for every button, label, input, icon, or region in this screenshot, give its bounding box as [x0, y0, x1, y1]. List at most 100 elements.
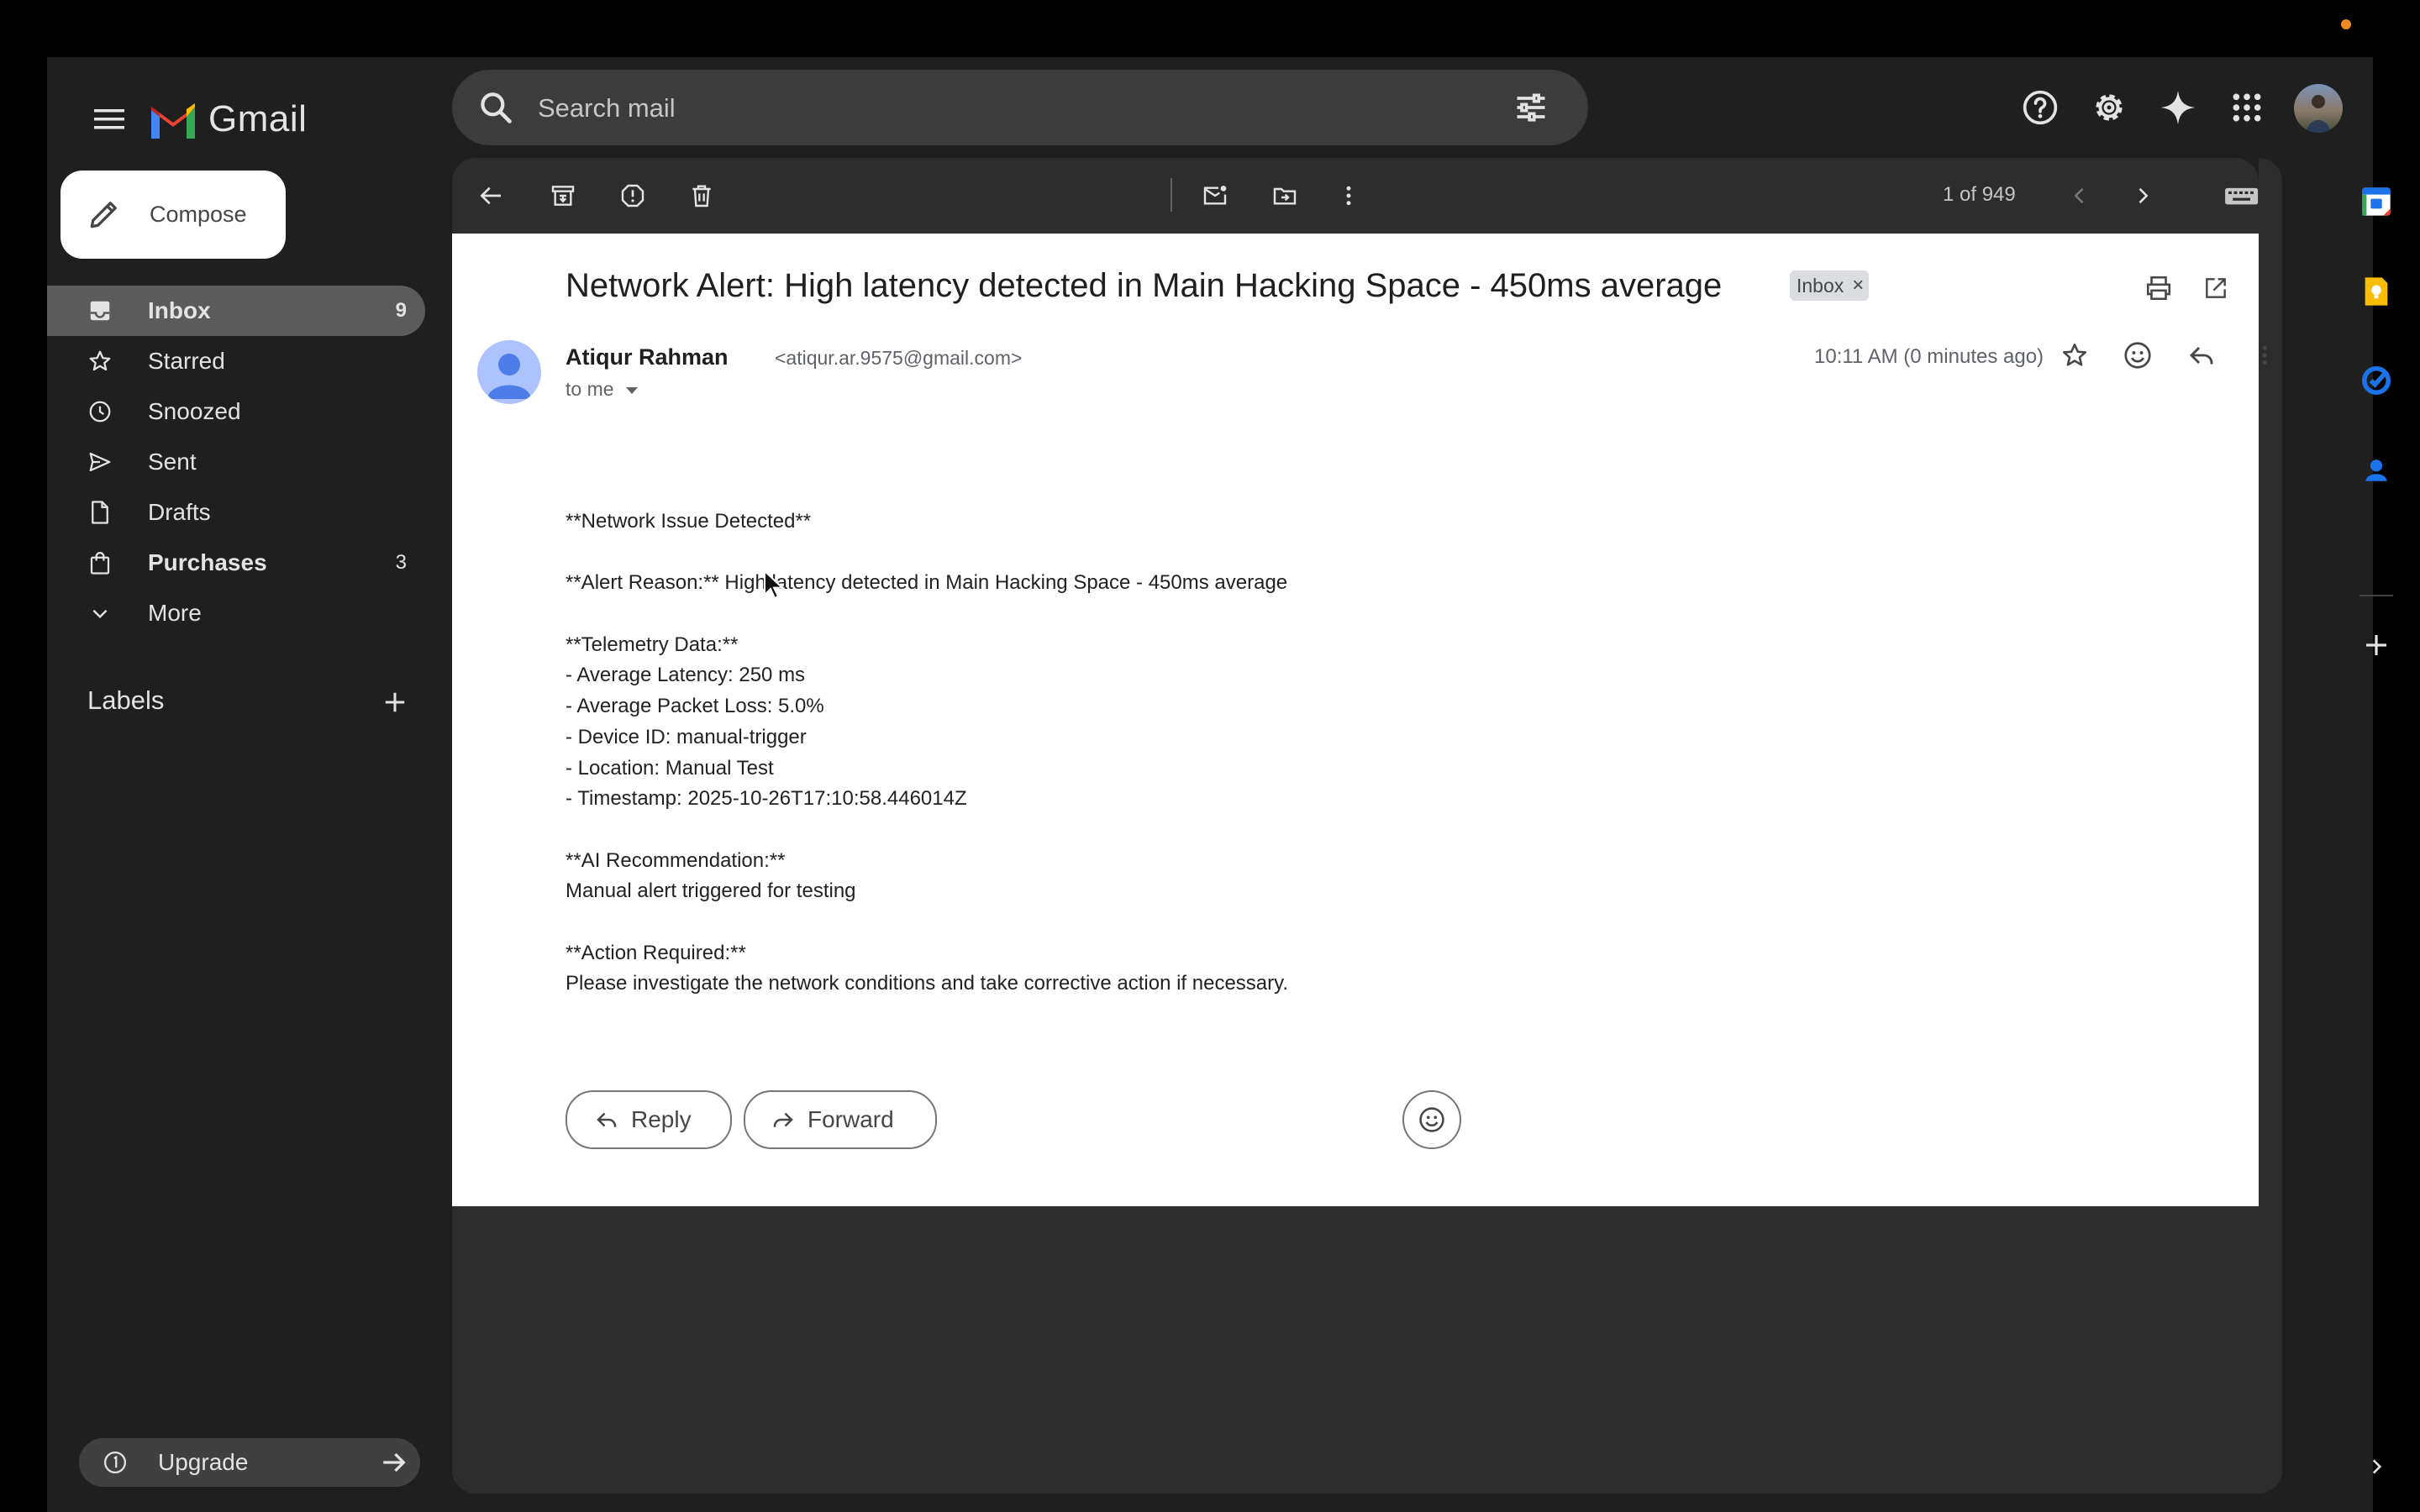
sender-avatar[interactable] — [477, 340, 541, 404]
plus-icon — [2366, 635, 2386, 655]
tasks-icon — [2361, 365, 2391, 396]
compose-label: Compose — [150, 202, 247, 227]
help-icon — [2023, 90, 2058, 125]
draft-icon — [92, 501, 108, 524]
more-actions-button[interactable] — [1332, 179, 1365, 213]
gmail-logo[interactable]: Gmail — [148, 87, 307, 151]
message-more-button[interactable] — [2247, 338, 2282, 373]
account-avatar[interactable] — [2294, 84, 2343, 133]
reply-button[interactable] — [2184, 338, 2219, 373]
sidebar-item-purchases[interactable]: Purchases 3 — [47, 538, 425, 588]
open-new-window-button[interactable] — [2198, 270, 2233, 306]
sender-name[interactable]: Atiqur Rahman — [566, 344, 729, 370]
reply-pill-button[interactable]: Reply — [566, 1090, 732, 1149]
message-toolbar: 1 of 949 — [452, 158, 2274, 234]
move-to-button[interactable] — [1268, 179, 1302, 213]
recipients-toggle[interactable]: to me — [566, 378, 638, 401]
info-circle-icon — [104, 1452, 126, 1473]
label-chip-text: Inbox — [1797, 275, 1844, 297]
body-line: **Telemetry Data:** — [566, 633, 739, 656]
report-spam-button[interactable] — [616, 179, 650, 213]
shopping-bag-icon — [90, 552, 110, 575]
body-line: Please investigate the network condition… — [566, 972, 1289, 995]
inbox-label-chip[interactable]: Inbox × — [1790, 270, 1870, 301]
body-line: - Location: Manual Test — [566, 756, 774, 780]
main-menu-button[interactable] — [87, 97, 131, 141]
forward-label: Forward — [808, 1106, 894, 1132]
gemini-button[interactable] — [2156, 86, 2200, 129]
sidebar-nav: Inbox 9 Starred Snoozed Sent Drafts Purc… — [47, 286, 425, 638]
sidebar-item-label: Drafts — [148, 499, 211, 525]
search-input[interactable] — [536, 70, 1464, 147]
calendar-app-button[interactable] — [2358, 183, 2395, 220]
google-apps-button[interactable] — [2225, 86, 2269, 129]
add-reaction-button[interactable] — [2120, 338, 2155, 373]
body-line: **Action Required:** — [566, 941, 746, 964]
sidebar-item-starred[interactable]: Starred — [47, 336, 425, 386]
remove-label-icon[interactable]: × — [1852, 270, 1864, 301]
keep-app-button[interactable] — [2358, 273, 2395, 310]
upgrade-button[interactable]: Upgrade — [79, 1438, 420, 1487]
upgrade-label: Upgrade — [158, 1449, 249, 1475]
archive-icon — [551, 186, 575, 206]
star-icon — [89, 350, 111, 371]
create-label-button[interactable] — [378, 685, 412, 719]
send-icon — [89, 452, 111, 472]
sidebar-item-label: Starred — [148, 348, 225, 374]
person-icon — [487, 354, 531, 399]
star-button[interactable] — [2057, 338, 2092, 373]
chevron-down-icon — [92, 609, 108, 619]
chevron-left-icon — [2074, 187, 2084, 204]
sidebar-item-more[interactable]: More — [47, 588, 425, 638]
mark-unread-icon — [1203, 186, 1227, 205]
forward-icon — [773, 1112, 793, 1127]
email-subject: Network Alert: High latency detected in … — [566, 267, 1723, 304]
newer-button[interactable] — [2063, 179, 2096, 213]
panel-bottom — [452, 1206, 2282, 1494]
print-all-button[interactable] — [2141, 270, 2176, 306]
delete-button[interactable] — [685, 179, 718, 213]
contacts-icon — [2365, 459, 2387, 481]
caret-down-icon — [625, 386, 638, 394]
archive-button[interactable] — [546, 179, 580, 213]
apps-grid-icon — [2233, 93, 2261, 122]
message-view: Network Alert: High latency detected in … — [452, 234, 2267, 1206]
unread-count: 9 — [395, 299, 407, 322]
move-to-folder-icon — [1273, 187, 1297, 205]
search-options-icon[interactable] — [1512, 89, 1549, 126]
mark-unread-button[interactable] — [1198, 179, 1232, 213]
sidebar-item-label: More — [148, 600, 202, 626]
body-line: - Average Packet Loss: 5.0% — [566, 695, 824, 718]
sidebar-item-drafts[interactable]: Drafts — [47, 487, 425, 538]
contacts-app-button[interactable] — [2358, 452, 2395, 489]
get-addons-button[interactable] — [2358, 627, 2395, 664]
sidebar-item-snoozed[interactable]: Snoozed — [47, 386, 425, 437]
body-line: Manual alert triggered for testing — [566, 879, 856, 903]
pencil-icon — [90, 202, 117, 228]
reaction-pill-button[interactable] — [1402, 1090, 1461, 1149]
sidebar-item-label: Purchases — [148, 549, 267, 575]
compose-button[interactable]: Compose — [60, 171, 286, 259]
back-to-inbox-button[interactable] — [474, 179, 508, 213]
show-side-panel-button[interactable] — [2358, 1448, 2395, 1485]
emoji-icon — [2124, 342, 2151, 369]
inbox-icon — [90, 301, 110, 321]
search-bar[interactable] — [452, 70, 1588, 147]
settings-button[interactable] — [2087, 86, 2131, 129]
sidebar-item-inbox[interactable]: Inbox 9 — [47, 286, 425, 336]
body-line: - Average Latency: 250 ms — [566, 664, 806, 687]
support-button[interactable] — [2018, 86, 2062, 129]
forward-pill-button[interactable]: Forward — [744, 1090, 937, 1149]
keep-icon — [2365, 277, 2388, 306]
more-vertical-icon — [2262, 345, 2267, 365]
hamburger-icon — [94, 109, 124, 129]
trash-icon — [692, 185, 711, 207]
gear-icon — [2096, 94, 2123, 121]
older-button[interactable] — [2126, 179, 2160, 213]
tasks-app-button[interactable] — [2358, 362, 2395, 399]
printer-icon — [2146, 276, 2171, 301]
clock-icon — [89, 401, 111, 423]
calendar-icon — [2362, 187, 2391, 216]
gmail-wordmark: Gmail — [208, 98, 308, 139]
sidebar-item-sent[interactable]: Sent — [47, 437, 425, 487]
